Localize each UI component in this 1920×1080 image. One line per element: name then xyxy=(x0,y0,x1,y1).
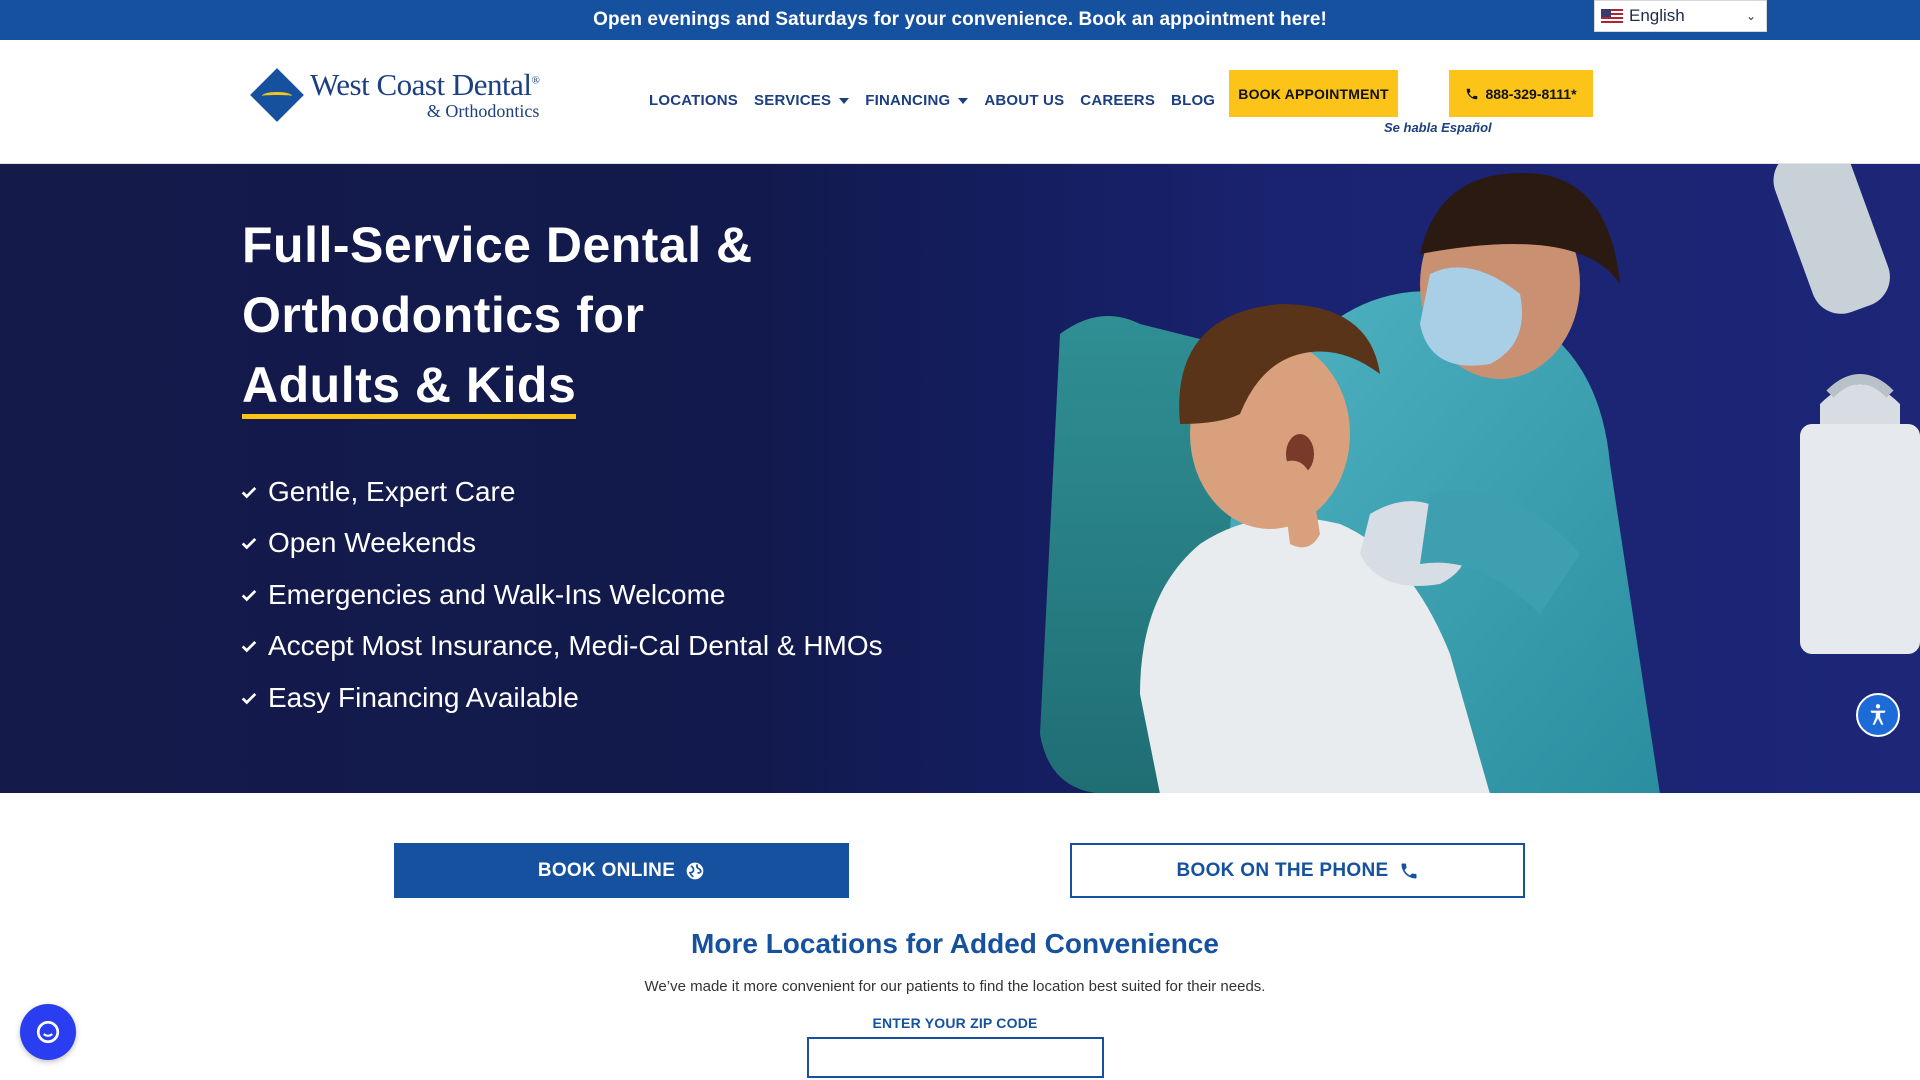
hero-title: Full-Service Dental & Orthodontics for A… xyxy=(242,210,753,420)
benefits-list: Gentle, Expert Care Open Weekends Emerge… xyxy=(240,466,883,724)
locations-title: More Locations for Added Convenience xyxy=(691,928,1219,959)
chat-widget-button[interactable] xyxy=(20,1004,76,1060)
nav-blog[interactable]: BLOG xyxy=(1171,92,1215,109)
list-item: Open Weekends xyxy=(240,518,883,570)
book-on-phone-button[interactable]: BOOK ON THE PHONE xyxy=(1070,843,1525,898)
nav-locations[interactable]: LOCATIONS xyxy=(649,92,738,109)
site-header: West Coast Dental® & Orthodontics LOCATI… xyxy=(0,40,1920,164)
list-item: Easy Financing Available xyxy=(240,672,883,724)
accessibility-button[interactable] xyxy=(1856,693,1900,737)
zip-code-label: ENTER YOUR ZIP CODE xyxy=(872,1015,1038,1031)
nav-financing[interactable]: FINANCING xyxy=(865,92,969,109)
announcement-text[interactable]: Open evenings and Saturdays for your con… xyxy=(593,9,1327,31)
check-icon xyxy=(241,641,257,653)
main-nav: LOCATIONS SERVICES FINANCING ABOUT US CA… xyxy=(649,92,1215,109)
check-icon xyxy=(241,538,257,550)
list-item: Emergencies and Walk-Ins Welcome xyxy=(240,569,883,621)
book-online-button[interactable]: BOOK ONLINE xyxy=(394,843,849,898)
nav-about-us[interactable]: ABOUT US xyxy=(984,92,1064,109)
logo-title: West Coast Dental® xyxy=(310,66,540,102)
logo-diamond-icon xyxy=(250,68,304,122)
announcement-bar[interactable]: Open evenings and Saturdays for your con… xyxy=(0,0,1920,40)
accessibility-icon xyxy=(1870,704,1886,725)
check-icon xyxy=(241,589,257,602)
chevron-down-icon: ⌄ xyxy=(1745,9,1756,23)
site-logo[interactable]: West Coast Dental® & Orthodontics xyxy=(250,66,540,122)
nav-careers[interactable]: CAREERS xyxy=(1080,92,1155,109)
locations-subtitle: We’ve made it more convenient for our pa… xyxy=(644,978,1266,995)
logo-subtitle: & Orthodontics xyxy=(426,100,540,121)
phone-icon xyxy=(1467,88,1478,99)
chat-icon xyxy=(36,1020,60,1044)
language-selector[interactable]: English ⌄ xyxy=(1594,0,1767,32)
list-item: Accept Most Insurance, Medi-Cal Dental &… xyxy=(240,621,883,673)
check-icon xyxy=(241,692,257,705)
us-flag-icon xyxy=(1601,8,1623,24)
globe-icon xyxy=(686,862,704,879)
caret-down-icon xyxy=(958,97,969,104)
hero-section: Full-Service Dental & Orthodontics for A… xyxy=(0,164,1920,793)
book-appointment-button[interactable]: BOOK APPOINTMENT xyxy=(1229,70,1398,117)
spanish-note: Se habla Español xyxy=(1384,120,1492,135)
zip-code-input[interactable] xyxy=(807,1037,1104,1078)
phone-button[interactable]: 888-329-8111* xyxy=(1449,70,1593,117)
hero-image-dentist-with-child xyxy=(1000,164,1920,793)
language-label: English xyxy=(1629,6,1685,25)
check-icon xyxy=(241,486,257,499)
nav-services[interactable]: SERVICES xyxy=(754,92,850,109)
phone-icon xyxy=(1401,863,1416,878)
list-item: Gentle, Expert Care xyxy=(240,466,883,518)
caret-down-icon xyxy=(839,97,850,104)
